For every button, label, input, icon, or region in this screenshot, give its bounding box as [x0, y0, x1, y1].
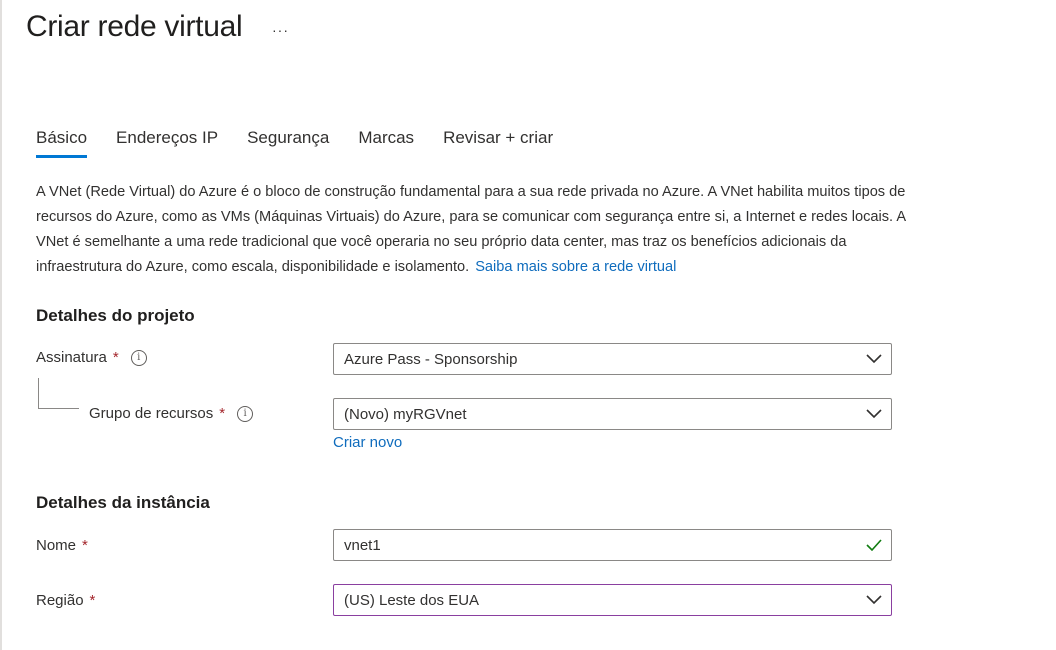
instance-details-heading: Detalhes da instância [36, 493, 210, 512]
resource-group-dropdown[interactable]: (Novo) myRGVnet [333, 398, 892, 430]
region-label: Região * [36, 592, 95, 609]
tab-security[interactable]: Segurança [247, 128, 329, 158]
name-label-text: Nome [36, 537, 77, 554]
intro-text: A VNet (Rede Virtual) do Azure é o bloco… [36, 184, 906, 275]
subscription-value: Azure Pass - Sponsorship [344, 350, 518, 368]
checkmark-icon [857, 530, 891, 560]
tab-basics[interactable]: Básico [36, 128, 88, 158]
resource-group-label-text: Grupo de recursos [89, 405, 214, 422]
subscription-label: Assinatura * i [36, 349, 147, 366]
tab-review-create[interactable]: Revisar + criar [443, 128, 553, 158]
region-dropdown[interactable]: (US) Leste dos EUA [333, 584, 892, 616]
tab-bar: Básico Endereços IP Segurança Marcas Rev… [36, 128, 582, 158]
info-icon[interactable]: i [130, 349, 147, 366]
name-value: vnet1 [344, 536, 381, 554]
region-value: (US) Leste dos EUA [344, 591, 480, 609]
page-title: Criar rede virtual [26, 10, 243, 43]
required-mark: * [219, 405, 226, 422]
required-mark: * [82, 537, 88, 554]
intro-description: A VNet (Rede Virtual) do Azure é o bloco… [36, 180, 916, 280]
blade-left-border [0, 0, 2, 650]
project-details-heading: Detalhes do projeto [36, 306, 195, 325]
create-new-link[interactable]: Criar novo [333, 434, 402, 451]
tab-tags[interactable]: Marcas [358, 128, 414, 158]
region-label-text: Região [36, 592, 84, 609]
chevron-down-icon [857, 399, 891, 429]
resource-group-label: Grupo de recursos * i [89, 405, 254, 422]
tab-ip-addresses[interactable]: Endereços IP [116, 128, 218, 158]
hierarchy-connector [38, 378, 79, 409]
name-label: Nome * [36, 537, 88, 554]
chevron-down-icon [857, 344, 891, 374]
more-options-button[interactable]: ··· [272, 22, 289, 38]
learn-more-link[interactable]: Saiba mais sobre a rede virtual [475, 259, 676, 275]
name-input[interactable]: vnet1 [333, 529, 892, 561]
required-mark: * [89, 592, 96, 609]
subscription-label-text: Assinatura [36, 349, 107, 366]
subscription-dropdown[interactable]: Azure Pass - Sponsorship [333, 343, 892, 375]
required-mark: * [112, 349, 119, 366]
resource-group-value: (Novo) myRGVnet [344, 405, 467, 423]
info-icon[interactable]: i [237, 405, 254, 422]
chevron-down-icon [857, 585, 891, 615]
